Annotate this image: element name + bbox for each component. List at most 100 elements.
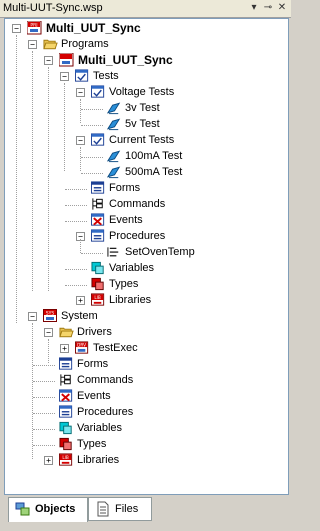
tree-item-variables[interactable]: Variables: [5, 261, 285, 277]
variables-icon: [91, 261, 104, 275]
pin-icon[interactable]: ⊸: [262, 2, 274, 14]
tree-item-sys-commands[interactable]: Commands: [5, 373, 285, 389]
tests-icon: [75, 69, 89, 82]
tree-item-tests[interactable]: − Tests: [5, 69, 285, 85]
tree-item-sys-procedures[interactable]: Procedures: [5, 405, 285, 421]
tree-item-sys-variables[interactable]: Variables: [5, 421, 285, 437]
svg-text:PRJ: PRJ: [30, 23, 37, 29]
svg-text:LIB: LIB: [94, 295, 101, 300]
tree-item-label: Forms: [77, 358, 109, 370]
expand-toggle[interactable]: +: [76, 296, 85, 305]
tree-item-programs[interactable]: − Programs: [5, 37, 285, 53]
folder-open-icon: [43, 39, 58, 50]
svg-text:DRV: DRV: [77, 343, 86, 348]
events-icon: [91, 213, 105, 226]
tree-item-label: Tests: [93, 70, 119, 82]
tree-item-set-oven-temp[interactable]: SetOvenTemp: [5, 239, 285, 261]
tree-item-label: TestExec: [93, 342, 138, 354]
expand-toggle[interactable]: +: [60, 344, 69, 353]
tree-item-label: Drivers: [77, 326, 112, 338]
dropdown-arrow-icon[interactable]: ▾: [248, 2, 260, 14]
test-icon: [107, 166, 121, 179]
tree-item-label: Events: [109, 214, 143, 226]
collapse-toggle[interactable]: −: [60, 72, 69, 81]
tree-item-label: Procedures: [109, 230, 166, 242]
forms-icon: [59, 357, 73, 370]
tree-item-workspace[interactable]: − PRJ Multi_UUT_Sync: [5, 21, 285, 37]
tree-item-libraries[interactable]: + LIB Libraries: [5, 293, 285, 309]
tree-item-label: Variables: [109, 262, 155, 274]
types-icon: [91, 277, 104, 291]
commands-icon: [92, 198, 103, 210]
collapse-toggle[interactable]: −: [28, 312, 37, 321]
tab-label: Objects: [35, 503, 76, 515]
collapse-toggle[interactable]: −: [76, 136, 85, 145]
tree-item-label: Types: [77, 438, 107, 450]
test-icon: [107, 118, 121, 131]
collapse-toggle[interactable]: −: [44, 328, 53, 337]
tree-item-sys-events[interactable]: Events: [5, 389, 285, 405]
tree-item-sys-types[interactable]: Types: [5, 437, 285, 453]
tree-item-label: Types: [109, 278, 139, 290]
tree-item-label: Variables: [77, 422, 123, 434]
files-icon: [97, 501, 109, 517]
svg-text:LIB: LIB: [62, 455, 69, 460]
tree-item-label: Current Tests: [109, 134, 175, 146]
tree-item-program[interactable]: − Multi_UUT_Sync: [5, 53, 285, 69]
window-title: Multi-UUT-Sync.wsp: [3, 2, 103, 14]
tree-item-label: 500mA Test: [125, 166, 183, 178]
view-tabs: Objects Files: [4, 497, 287, 523]
tree-item-label: Programs: [61, 38, 109, 50]
driver-icon: DRV: [75, 341, 89, 354]
libraries-icon: LIB: [59, 453, 73, 466]
tree-item-5v-test[interactable]: 5v Test: [5, 117, 285, 133]
collapse-toggle[interactable]: −: [76, 88, 85, 97]
tree-item-sys-libraries[interactable]: + LIB Libraries: [5, 453, 285, 469]
tree-item-current-tests[interactable]: − Current Tests: [5, 133, 285, 149]
program-name: Multi_UUT_Sync: [78, 53, 173, 67]
tree-item-label: Commands: [109, 198, 166, 210]
tree-item-label: Events: [77, 390, 111, 402]
tree-item-label: Voltage Tests: [109, 86, 175, 98]
forms-icon: [91, 181, 105, 194]
variables-icon: [59, 421, 72, 435]
procedures-icon: [59, 405, 73, 418]
workspace-name: Multi_UUT_Sync: [46, 21, 141, 35]
libraries-icon: LIB: [91, 293, 105, 306]
tab-files[interactable]: Files: [88, 497, 152, 521]
tree-item-label: SetOvenTemp: [125, 246, 195, 258]
tree-item-label: 5v Test: [125, 118, 160, 130]
events-icon: [59, 389, 73, 402]
types-icon: [59, 437, 72, 451]
svg-text:SYS: SYS: [46, 311, 55, 317]
tree-item-types[interactable]: Types: [5, 277, 285, 293]
collapse-toggle[interactable]: −: [28, 40, 37, 49]
tree-item-3v-test[interactable]: 3v Test: [5, 101, 285, 117]
folder-open-icon: [59, 327, 74, 338]
expand-toggle[interactable]: +: [44, 456, 53, 465]
tests-group-icon: [91, 133, 105, 146]
tree-item-voltage-tests[interactable]: − Voltage Tests: [5, 85, 285, 101]
collapse-toggle[interactable]: −: [44, 56, 53, 65]
tree-item-system[interactable]: − SYS System: [5, 309, 285, 325]
tree-item-events[interactable]: Events: [5, 213, 285, 229]
tree-item-500ma-test[interactable]: 500mA Test: [5, 165, 285, 181]
tree-item-commands[interactable]: Commands: [5, 197, 285, 213]
tree-item-100ma-test[interactable]: 100mA Test: [5, 149, 285, 165]
window-titlebar: Multi-UUT-Sync.wsp ▾ ⊸ ✕: [0, 0, 291, 18]
tab-objects[interactable]: Objects: [8, 497, 88, 522]
tree-item-test-exec[interactable]: + DRV TestExec: [5, 341, 285, 357]
tree-item-label: System: [61, 310, 98, 322]
collapse-toggle[interactable]: −: [12, 24, 21, 33]
program-icon: [59, 53, 74, 67]
close-icon[interactable]: ✕: [276, 2, 288, 14]
tab-label: Files: [115, 503, 139, 515]
tree-item-procedures[interactable]: − Procedures: [5, 229, 285, 245]
tree-item-label: Libraries: [77, 454, 120, 466]
workspace-tree[interactable]: − PRJ Multi_UUT_Sync − Programs − Multi_…: [4, 18, 289, 495]
tree-item-sys-forms[interactable]: Forms: [5, 357, 285, 373]
tree-item-drivers[interactable]: − Drivers: [5, 325, 285, 341]
tree-item-label: Commands: [77, 374, 134, 386]
tree-item-forms[interactable]: Forms: [5, 181, 285, 197]
procedures-icon: [91, 229, 105, 242]
